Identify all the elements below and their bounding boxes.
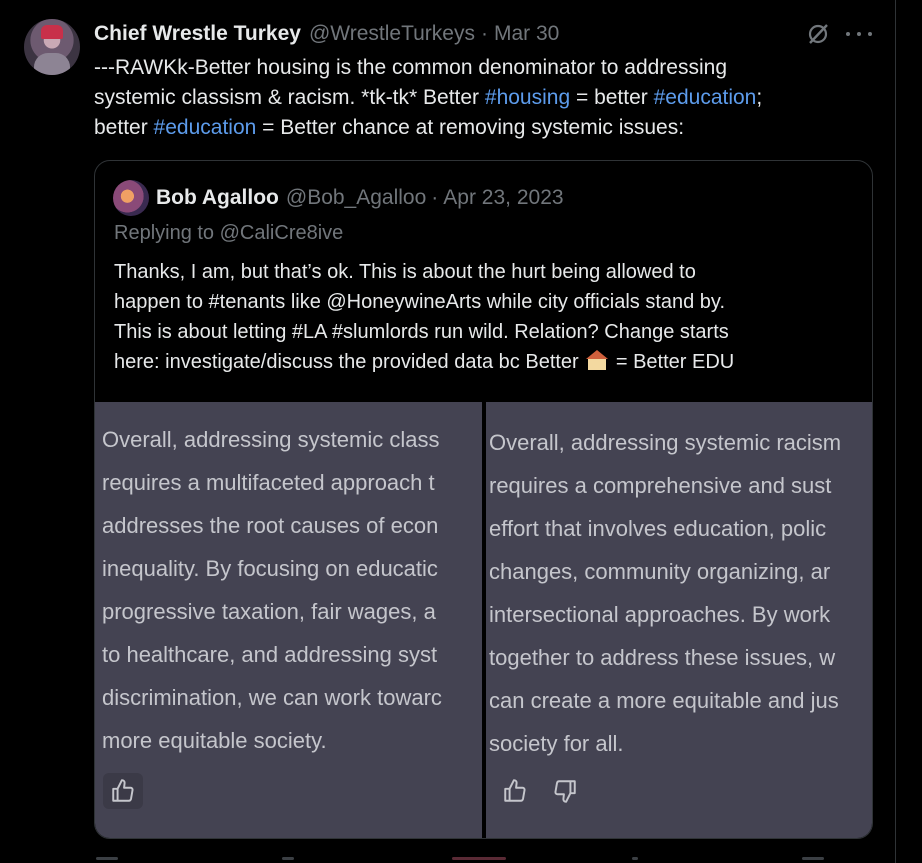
thumbs-up-icon [103, 773, 143, 809]
quoted-media[interactable]: Overall, addressing systemic class requir… [95, 402, 872, 838]
tweet-date[interactable]: Mar 30 [494, 22, 559, 46]
image-right-text: Overall, addressing systemic racism requi… [489, 421, 872, 765]
left-line: Overall, addressing systemic class [102, 427, 440, 452]
right-line: intersectional approaches. By work [489, 602, 831, 627]
left-line: discrimination, we can work towarc [102, 685, 442, 710]
avatar-body [34, 53, 70, 75]
tweet-line-1: ---RAWKk-Better housing is the common de… [94, 56, 727, 79]
left-line: addresses the root causes of econ [102, 513, 439, 538]
right-line: changes, community organizing, ar [489, 559, 831, 584]
author-name[interactable]: Chief Wrestle Turkey [94, 22, 301, 46]
left-line: progressive taxation, fair wages, a [102, 599, 436, 624]
avatar-hat [41, 25, 63, 39]
right-line: together to address these issues, w [489, 645, 836, 670]
thumbs-down-icon [545, 773, 585, 809]
quoted-line-3: This is about letting #LA #slumlords run… [114, 321, 729, 343]
right-line: effort that involves education, polic [489, 516, 827, 541]
tweet-text: ---RAWKk-Better housing is the common de… [94, 53, 884, 143]
right-line: society for all. [489, 731, 624, 756]
more-icon[interactable] [846, 22, 872, 46]
right-line: Overall, addressing systemic racism [489, 430, 842, 455]
tweet-line-2: systemic classism & racism. *tk-tk* Bett… [94, 86, 763, 109]
left-line: to healthcare, and addressing syst [102, 642, 438, 667]
quoted-author-avatar[interactable] [113, 180, 149, 216]
tweet-header: Chief Wrestle Turkey @WrestleTurkeys · M… [94, 20, 559, 48]
quoted-line-1: Thanks, I am, but that’s ok. This is abo… [114, 261, 696, 283]
grok-icon[interactable] [806, 22, 830, 46]
hashtag-housing[interactable]: #housing [485, 86, 570, 109]
image-left-text: Overall, addressing systemic class requir… [102, 418, 482, 762]
media-image-left[interactable]: Overall, addressing systemic class requir… [95, 402, 482, 838]
left-line: requires a multifaceted approach t [102, 470, 435, 495]
quoted-text: Thanks, I am, but that’s ok. This is abo… [114, 257, 734, 377]
quoted-line-2: happen to #tenants like @HoneywineArts w… [114, 291, 725, 313]
house-icon [586, 350, 609, 370]
header-separator: · [480, 22, 488, 45]
hashtag-education[interactable]: #education [654, 86, 757, 109]
hashtag-education-2[interactable]: #education [154, 116, 257, 139]
left-line: more equitable society. [102, 728, 327, 753]
replying-to: Replying to @CaliCre8ive [114, 222, 344, 244]
quoted-separator: · [431, 186, 439, 209]
quoted-author-name[interactable]: Bob Agalloo [156, 186, 279, 210]
action-bar-partial [0, 854, 922, 863]
author-handle[interactable]: @WrestleTurkeys [309, 22, 475, 46]
column-border [895, 0, 896, 863]
thumbs-up-icon [495, 773, 535, 809]
quoted-author-handle[interactable]: @Bob_Agalloo [286, 186, 426, 210]
author-avatar[interactable] [24, 19, 80, 75]
right-line: can create a more equitable and jus [489, 688, 839, 713]
left-line: inequality. By focusing on educatic [102, 556, 438, 581]
tweet-line-3: better #education = Better chance at rem… [94, 116, 685, 139]
quoted-tweet[interactable]: Bob Agalloo @Bob_Agalloo · Apr 23, 2023 … [94, 160, 873, 839]
quoted-line-4: here: investigate/discuss the provided d… [114, 350, 735, 373]
right-line: requires a comprehensive and sust [489, 473, 832, 498]
quoted-header: Bob Agalloo @Bob_Agalloo · Apr 23, 2023 [156, 183, 564, 213]
media-image-right[interactable]: Overall, addressing systemic racism requi… [486, 402, 872, 838]
quoted-date[interactable]: Apr 23, 2023 [443, 186, 563, 210]
